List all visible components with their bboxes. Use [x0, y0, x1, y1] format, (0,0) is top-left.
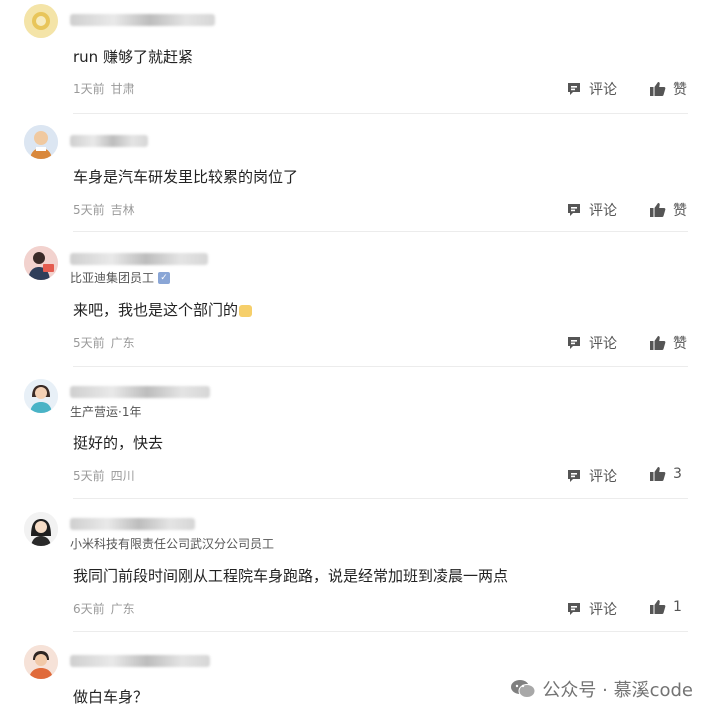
comment-time: 5天前	[73, 469, 105, 483]
wechat-icon	[511, 680, 536, 698]
like-button[interactable]: 赞	[649, 333, 687, 353]
comment-meta: 1天前 甘肃	[73, 80, 135, 97]
thumbs-up-icon	[650, 203, 666, 217]
comment-location: 广东	[110, 602, 135, 616]
comment-text: run 赚够了就赶紧	[73, 48, 193, 66]
like-label: 赞	[673, 336, 687, 352]
like-count: 3	[673, 466, 682, 482]
blurred-username	[70, 518, 195, 530]
comment-time: 6天前	[73, 602, 105, 616]
reply-button[interactable]: 评论	[566, 79, 617, 99]
divider	[73, 231, 688, 232]
like-button[interactable]: 赞	[649, 200, 687, 220]
comment-bubble-icon	[568, 337, 580, 349]
blurred-username	[70, 655, 210, 667]
comment-time: 5天前	[73, 336, 105, 350]
reply-button[interactable]: 评论	[566, 466, 617, 486]
reply-label: 评论	[589, 336, 617, 352]
comment-time: 1天前	[73, 82, 105, 96]
like-count: 1	[673, 599, 682, 615]
blurred-username	[70, 386, 210, 398]
avatar[interactable]	[24, 379, 58, 413]
divider	[73, 498, 688, 499]
divider	[73, 366, 688, 367]
like-button[interactable]: 1	[649, 599, 682, 615]
thumbs-up-icon	[650, 336, 666, 350]
reply-button[interactable]: 评论	[566, 333, 617, 353]
reply-button[interactable]: 评论	[566, 599, 617, 619]
emoji-icon	[239, 304, 253, 317]
blurred-username	[70, 14, 215, 26]
user-subtitle: 生产营运·1年	[70, 405, 142, 419]
comment-location: 甘肃	[110, 82, 135, 96]
comment-text-content: 来吧，我也是这个部门的	[73, 301, 239, 319]
verified-badge-icon: ✓	[158, 271, 171, 284]
comment-text: 我同门前段时间刚从工程院车身跑路，说是经常加班到凌晨一两点	[73, 567, 509, 585]
blurred-username	[70, 253, 208, 265]
comment-bubble-icon	[568, 603, 580, 615]
reply-label: 评论	[589, 82, 617, 98]
user-subtitle: 小米科技有限责任公司武汉分公司员工	[70, 537, 275, 551]
user-title: 比亚迪集团员工 ✓	[70, 269, 171, 286]
like-button[interactable]: 3	[649, 466, 682, 482]
avatar[interactable]	[24, 512, 58, 546]
watermark-text: 公众号 · 慕溪code	[542, 680, 693, 701]
divider	[73, 113, 688, 114]
comment-location: 广东	[110, 336, 135, 350]
avatar[interactable]	[24, 645, 58, 679]
avatar[interactable]	[24, 125, 58, 159]
blurred-username	[70, 135, 148, 147]
watermark: 公众号 · 慕溪code	[510, 676, 693, 702]
reply-button[interactable]: 评论	[566, 200, 617, 220]
comment-bubble-icon	[568, 83, 580, 95]
comment-text: 来吧，我也是这个部门的	[73, 299, 253, 320]
like-label: 赞	[673, 82, 687, 98]
comment-time: 5天前	[73, 203, 105, 217]
user-title: 生产营运·1年	[70, 403, 141, 420]
comment-bubble-icon	[568, 204, 580, 216]
reply-label: 评论	[589, 203, 617, 219]
thumbs-up-icon	[650, 600, 666, 614]
reply-label: 评论	[589, 469, 617, 485]
thumbs-up-icon	[650, 82, 666, 96]
comment-text: 车身是汽车研发里比较累的岗位了	[73, 168, 299, 186]
like-button[interactable]: 赞	[649, 79, 687, 99]
divider	[73, 631, 688, 632]
user-subtitle: 比亚迪集团员工	[70, 271, 155, 285]
user-title: 小米科技有限责任公司武汉分公司员工	[70, 535, 274, 552]
comment-meta: 5天前 广东	[73, 334, 135, 351]
comment-text: 做白车身？	[73, 688, 149, 706]
avatar[interactable]	[24, 246, 58, 280]
comment-location: 吉林	[110, 203, 135, 217]
comment-meta: 6天前 广东	[73, 600, 135, 617]
comment-bubble-icon	[568, 470, 580, 482]
like-label: 赞	[673, 203, 687, 219]
reply-label: 评论	[589, 602, 617, 618]
comment-text: 挺好的，快去	[73, 434, 164, 452]
comment-meta: 5天前 吉林	[73, 201, 135, 218]
thumbs-up-icon	[650, 467, 666, 481]
comment-meta: 5天前 四川	[73, 467, 135, 484]
avatar[interactable]	[24, 4, 58, 38]
comment-location: 四川	[110, 469, 135, 483]
